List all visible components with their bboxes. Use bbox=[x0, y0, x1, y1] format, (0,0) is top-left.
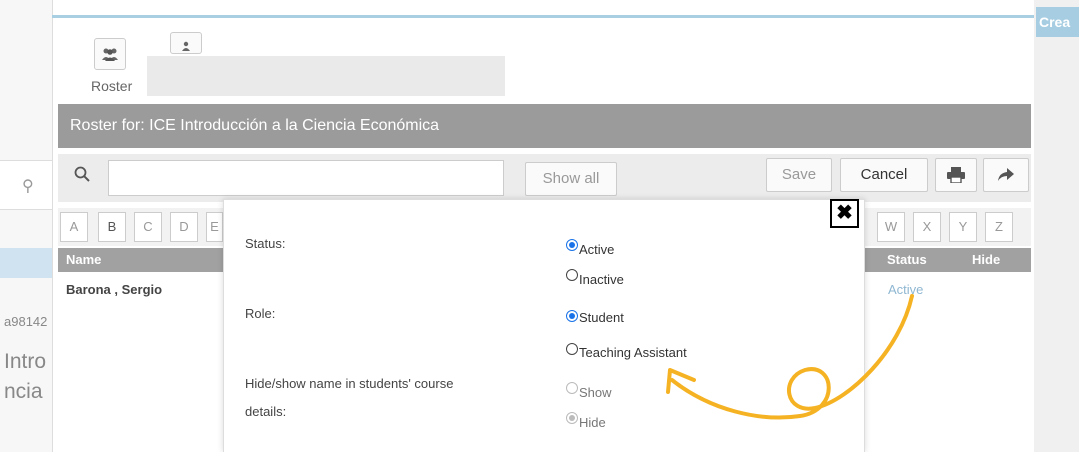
status-active-label: Active bbox=[579, 242, 615, 257]
visibility-label-line2: details: bbox=[245, 404, 287, 419]
student-name[interactable]: Barona , Sergio bbox=[66, 282, 162, 297]
left-selected-strip bbox=[0, 248, 52, 278]
letter-filter-y[interactable]: Y bbox=[949, 212, 977, 242]
letter-filter-w[interactable]: W bbox=[877, 212, 905, 242]
radio-selected-icon[interactable] bbox=[566, 239, 578, 251]
letter-filter-d[interactable]: D bbox=[170, 212, 198, 242]
person-icon bbox=[182, 41, 190, 51]
letter-filter-x[interactable]: X bbox=[913, 212, 941, 242]
radio-unselected-icon[interactable] bbox=[566, 269, 578, 281]
group-icon bbox=[102, 48, 118, 61]
status-inactive-option[interactable]: Inactive bbox=[566, 263, 624, 287]
status-inactive-label: Inactive bbox=[579, 272, 624, 287]
letter-filter-z[interactable]: Z bbox=[985, 212, 1013, 242]
radio-selected-icon[interactable] bbox=[566, 310, 578, 322]
visibility-label-line1: Hide/show name in students' course bbox=[245, 376, 454, 391]
radio-disabled-selected-icon[interactable] bbox=[566, 412, 578, 424]
share-arrow-icon bbox=[998, 168, 1014, 181]
export-button[interactable] bbox=[983, 158, 1029, 192]
person-button[interactable] bbox=[170, 32, 202, 54]
save-button[interactable]: Save bbox=[766, 158, 832, 192]
column-header-status[interactable]: Status bbox=[887, 248, 927, 272]
course-title-fragment: ncia bbox=[4, 380, 43, 403]
close-button[interactable]: ✖ bbox=[830, 199, 859, 228]
printer-icon bbox=[947, 167, 965, 184]
roster-button[interactable] bbox=[94, 38, 126, 70]
close-icon: ✖ bbox=[836, 202, 853, 224]
create-button[interactable]: Crea bbox=[1036, 7, 1079, 37]
letter-filter-e[interactable]: E bbox=[206, 212, 223, 242]
role-label: Role: bbox=[245, 306, 276, 321]
redacted-field bbox=[147, 56, 505, 96]
radio-disabled-icon[interactable] bbox=[566, 382, 578, 394]
status-label: Status: bbox=[245, 236, 286, 251]
column-header-hide[interactable]: Hide bbox=[972, 248, 1000, 272]
show-all-button[interactable]: Show all bbox=[525, 162, 617, 196]
letter-filter-b[interactable]: B bbox=[98, 212, 126, 242]
status-active-option[interactable]: Active bbox=[566, 233, 614, 257]
search-icon[interactable] bbox=[74, 166, 90, 187]
search-icon[interactable]: ⚲ bbox=[22, 176, 34, 196]
right-background-panel bbox=[1034, 0, 1079, 452]
annotation-arrow-icon bbox=[666, 294, 914, 420]
cancel-button[interactable]: Cancel bbox=[840, 158, 928, 192]
letter-filter-c[interactable]: C bbox=[134, 212, 162, 242]
roster-label: Roster bbox=[91, 78, 133, 94]
letter-filter-a[interactable]: A bbox=[60, 212, 88, 242]
top-accent-line bbox=[52, 15, 1037, 18]
course-title-fragment: Intro bbox=[4, 350, 47, 373]
radio-unselected-icon[interactable] bbox=[566, 342, 578, 355]
search-input[interactable] bbox=[108, 160, 504, 196]
print-button[interactable] bbox=[935, 158, 977, 192]
course-id-text: a98142 bbox=[4, 314, 48, 329]
column-header-name[interactable]: Name bbox=[66, 248, 101, 272]
roster-title-bar: Roster for: ICE Introducción a la Cienci… bbox=[58, 104, 1031, 148]
